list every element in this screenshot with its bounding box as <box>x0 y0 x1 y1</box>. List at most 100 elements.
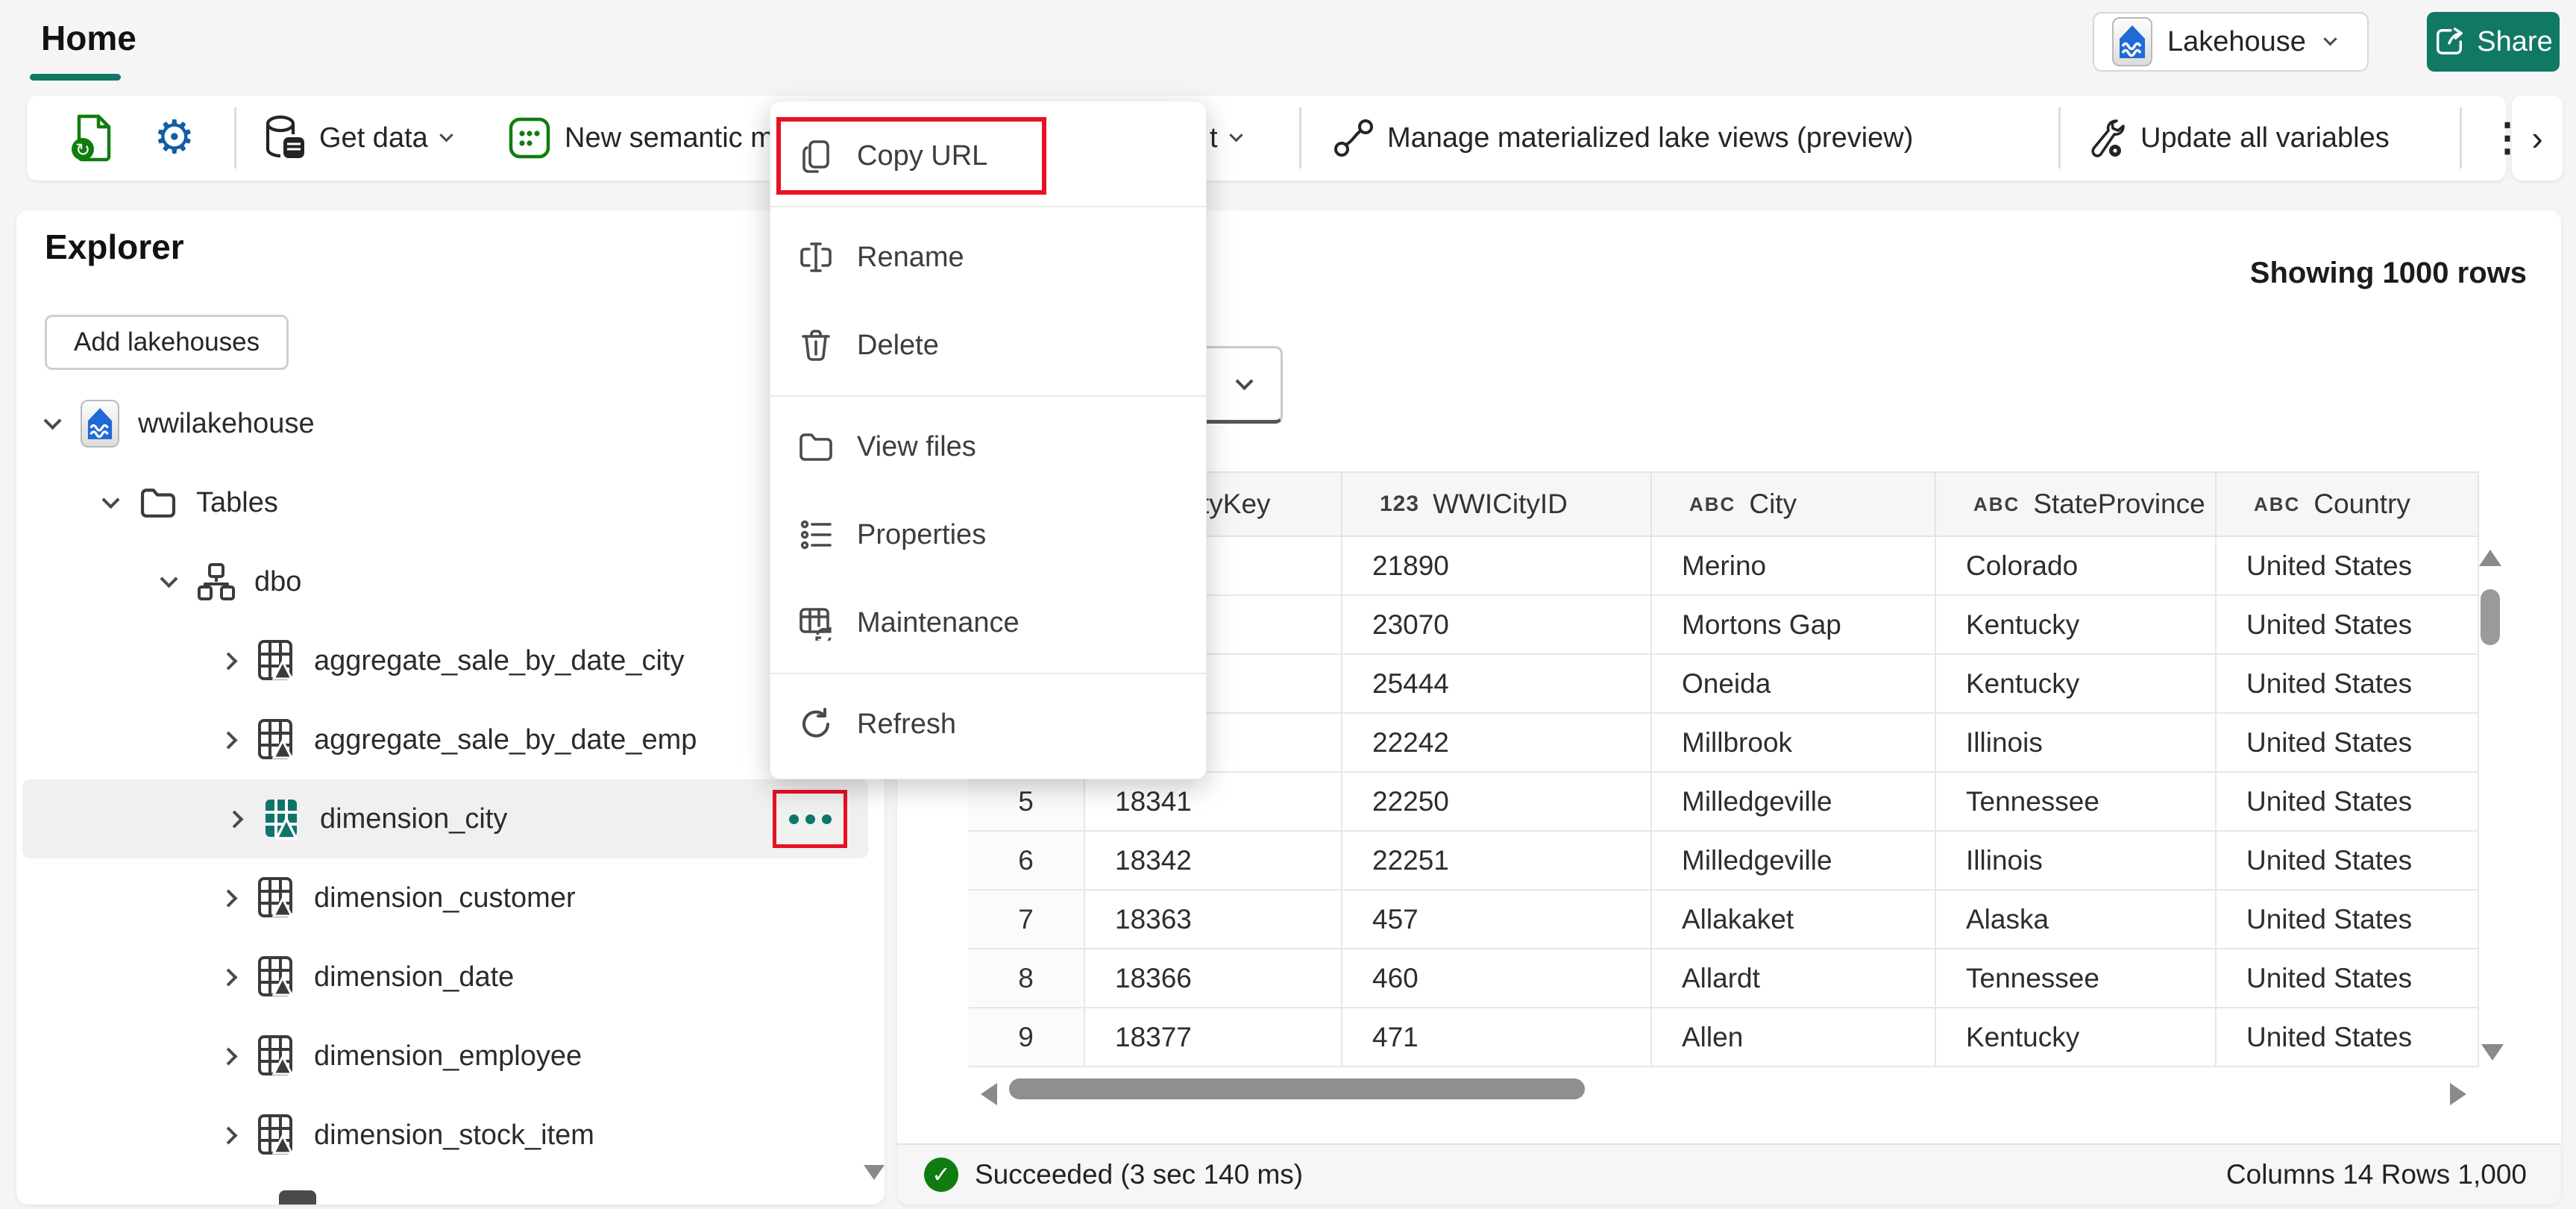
chevron-down-icon[interactable] <box>101 491 119 509</box>
column-header-country[interactable]: ABCCountry <box>2217 473 2479 536</box>
chevron-down-icon <box>1235 372 1253 390</box>
table-cell: United States <box>2217 891 2479 948</box>
table-cell: Allakaket <box>1652 891 1936 948</box>
settings-button[interactable]: ⚙ <box>154 95 195 180</box>
tree-item-dbo[interactable]: dbo <box>16 542 885 621</box>
toolbar-divider <box>2058 107 2061 169</box>
table-cell: United States <box>2217 1008 2479 1066</box>
ribbon-toolbar: ↻ ⚙ Get data New semantic <box>27 95 2506 180</box>
table-cell: 22251 <box>1342 832 1652 889</box>
table-cell: 18341 <box>1085 773 1342 830</box>
menu-item-copy-url[interactable]: Copy URL <box>770 112 1206 200</box>
tree-item-dimension-date[interactable]: dimension_date <box>16 938 885 1017</box>
refresh-icon <box>797 706 835 743</box>
table-row[interactable]: 61834222251MilledgevilleIllinoisUnited S… <box>968 832 2479 891</box>
chevron-right-icon[interactable] <box>219 1047 237 1065</box>
tab-home[interactable]: Home <box>41 18 136 58</box>
menu-item-maintenance[interactable]: Maintenance <box>770 579 1206 667</box>
menu-item-label: Properties <box>857 519 986 551</box>
chevron-down-icon[interactable] <box>160 570 178 588</box>
columns-rows-count: Columns 14 Rows 1,000 <box>2226 1159 2527 1190</box>
menu-item-label: Maintenance <box>857 607 1020 639</box>
table-cell: United States <box>2217 773 2479 830</box>
tree-item-dimension-stock-item[interactable]: dimension_stock_item <box>16 1096 885 1175</box>
database-icon <box>264 115 306 161</box>
chevron-right-icon[interactable] <box>219 1126 237 1144</box>
update-all-variables-button[interactable]: Update all variables <box>2087 95 2390 180</box>
ribbon-overflow-button[interactable]: › <box>2512 95 2563 180</box>
semantic-model-icon <box>508 116 551 160</box>
occluded-dropdown-button[interactable]: t <box>1210 95 1241 180</box>
column-header-city[interactable]: ABCCity <box>1652 473 1936 536</box>
scroll-left-icon[interactable] <box>981 1083 997 1105</box>
table-row[interactable]: 718363457AllakaketAlaskaUnited States <box>968 891 2479 949</box>
tree-item-dimension-customer[interactable]: dimension_customer <box>16 858 885 938</box>
manage-lake-views-button[interactable]: Manage materialized lake views (preview) <box>1333 95 1913 180</box>
column-header-label: WWICityID <box>1433 489 1568 520</box>
item-type-label: Lakehouse <box>2167 26 2306 58</box>
menu-item-view-files[interactable]: View files <box>770 403 1206 491</box>
scroll-down-icon[interactable] <box>2481 1044 2504 1061</box>
table-cell: Merino <box>1652 537 1936 594</box>
table-row[interactable]: 818366460AllardtTennesseeUnited States <box>968 949 2479 1008</box>
table-cell: 457 <box>1342 891 1652 948</box>
refresh-file-button[interactable]: ↻ <box>70 95 115 180</box>
tree-item-dimension-city[interactable]: dimension_city <box>22 779 868 858</box>
table-cell: Allardt <box>1652 949 1936 1007</box>
share-button[interactable]: Share <box>2427 12 2560 72</box>
table-row[interactable]: 51834122250MilledgevilleTennesseeUnited … <box>968 773 2479 832</box>
table-cell: Tennessee <box>1936 773 2217 830</box>
menu-item-rename[interactable]: Rename <box>770 213 1206 301</box>
horizontal-scrollbar-thumb[interactable] <box>1009 1078 1585 1099</box>
row-number-cell: 5 <box>968 773 1085 830</box>
tree-item-label: aggregate_sale_by_date_emp <box>314 724 697 756</box>
menu-item-delete[interactable]: Delete <box>770 301 1206 389</box>
occluded-label-tail: t <box>1210 122 1218 154</box>
column-header-wwicityid[interactable]: 123WWICityID <box>1342 473 1652 536</box>
chevron-down-icon[interactable] <box>43 412 61 430</box>
table-icon <box>260 797 304 841</box>
scroll-right-icon[interactable] <box>2450 1083 2466 1105</box>
tree-item-wwilakehouse[interactable]: wwilakehouse <box>16 384 885 463</box>
wrench-gear-icon <box>2087 116 2127 160</box>
add-lakehouses-button[interactable]: Add lakehouses <box>45 315 289 370</box>
lakehouse-tree: wwilakehouseTablesdboaggregate_sale_by_d… <box>16 384 885 1175</box>
menu-item-refresh[interactable]: Refresh <box>770 680 1206 768</box>
chevron-right-icon[interactable] <box>219 968 237 986</box>
chevron-right-icon[interactable] <box>225 810 243 828</box>
scroll-up-icon[interactable] <box>2479 550 2501 566</box>
rename-icon <box>797 239 835 276</box>
table-row[interactable]: 918377471AllenKentuckyUnited States <box>968 1008 2479 1067</box>
table-cell: Allen <box>1652 1008 1936 1066</box>
menu-item-label: Delete <box>857 330 939 362</box>
menu-item-properties[interactable]: Properties <box>770 491 1206 579</box>
table-cell: Alaska <box>1936 891 2217 948</box>
scroll-down-icon[interactable] <box>864 1165 885 1180</box>
tree-item-tables[interactable]: Tables <box>16 463 885 542</box>
tree-item-aggregate-sale-by-date-emp[interactable]: aggregate_sale_by_date_emp <box>16 700 885 779</box>
update-all-variables-label: Update all variables <box>2140 122 2390 154</box>
delete-icon <box>797 327 835 364</box>
item-type-dropdown[interactable]: Lakehouse <box>2093 12 2369 72</box>
table-cell: Illinois <box>1936 832 2217 889</box>
chevron-right-icon[interactable] <box>219 731 237 749</box>
column-header-stateprovince[interactable]: ABCStateProvince <box>1936 473 2217 536</box>
row-number-cell: 7 <box>968 891 1085 948</box>
more-options-button[interactable] <box>773 790 847 848</box>
tree-item-aggregate-sale-by-date-city[interactable]: aggregate_sale_by_date_city <box>16 621 885 700</box>
vertical-scrollbar-thumb[interactable] <box>2481 589 2500 645</box>
share-icon <box>2434 26 2465 57</box>
tree-item-dimension-employee[interactable]: dimension_employee <box>16 1017 885 1096</box>
status-message: Succeeded (3 sec 140 ms) <box>975 1159 1303 1190</box>
showing-rows-label: Showing 1000 rows <box>2250 257 2527 290</box>
chevron-right-icon[interactable] <box>219 652 237 670</box>
table-cell: 18363 <box>1085 891 1342 948</box>
get-data-button[interactable]: Get data <box>264 95 451 180</box>
column-header-label: City <box>1749 489 1797 520</box>
chevron-right-icon[interactable] <box>219 889 237 907</box>
table-cell: Colorado <box>1936 537 2217 594</box>
chevron-down-icon <box>439 128 453 142</box>
table-cell: 21890 <box>1342 537 1652 594</box>
chevron-down-icon <box>1229 128 1243 142</box>
explorer-title: Explorer <box>45 227 184 267</box>
